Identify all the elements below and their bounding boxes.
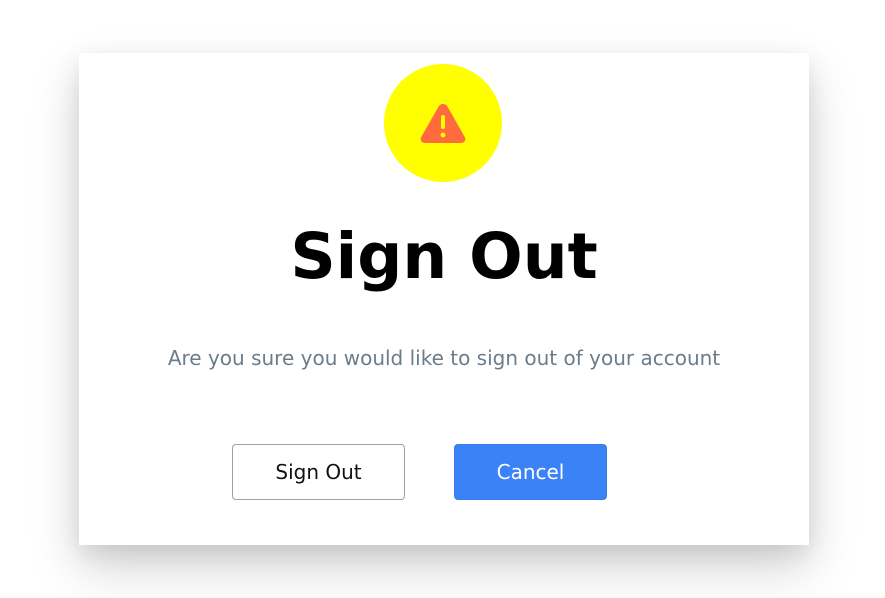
sign-out-dialog: Sign Out Are you sure you would like to …	[79, 53, 809, 545]
dialog-title: Sign Out	[290, 220, 598, 293]
sign-out-button[interactable]: Sign Out	[232, 444, 405, 500]
cancel-button[interactable]: Cancel	[454, 444, 607, 500]
warning-badge	[384, 64, 502, 182]
warning-triangle-icon	[420, 104, 466, 143]
dialog-message: Are you sure you would like to sign out …	[167, 346, 721, 370]
